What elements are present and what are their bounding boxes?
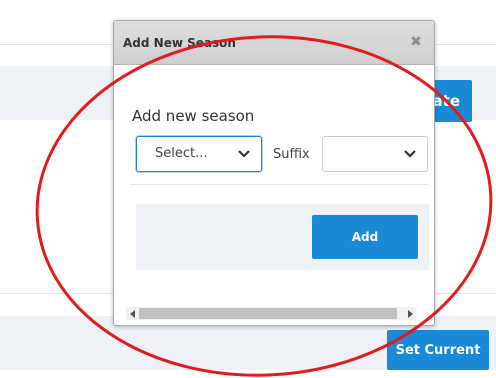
scroll-right-icon[interactable] [403,307,416,320]
scrollbar-thumb[interactable] [139,308,397,319]
scroll-left-icon[interactable] [126,307,139,320]
set-current-button[interactable]: Set Current [387,330,489,370]
add-button-label: Add [351,230,379,244]
set-current-button-label: Set Current [395,342,481,358]
dialog-heading: Add new season [132,107,255,125]
dialog-divider [130,184,428,185]
close-button[interactable]: ✖ [405,31,427,53]
add-button[interactable]: Add [312,215,418,259]
chevron-down-icon [238,150,250,158]
add-season-dialog: Add New Season ✖ Add new season Select..… [113,20,435,326]
close-icon: ✖ [410,34,422,50]
dialog-title: Add New Season [123,36,236,50]
dialog-titlebar[interactable]: Add New Season ✖ [114,21,434,65]
suffix-select[interactable] [322,136,428,172]
season-select[interactable]: Select... [136,136,262,172]
suffix-label: Suffix [273,147,310,162]
horizontal-scrollbar[interactable] [126,307,416,320]
season-select-value: Select... [155,146,208,161]
chevron-down-icon [404,150,416,158]
